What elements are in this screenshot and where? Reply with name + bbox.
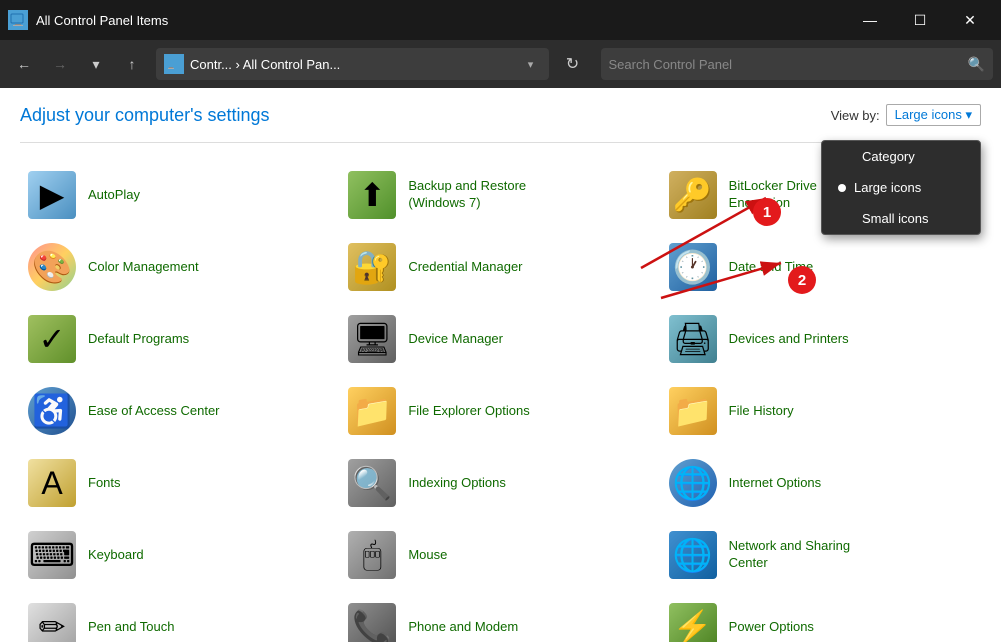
- dropdown-item-label: Category: [862, 149, 915, 164]
- fonts-label: Fonts: [88, 475, 121, 492]
- window-controls: — ☐ ✕: [847, 4, 993, 36]
- refresh-button[interactable]: ↻: [557, 48, 589, 80]
- backup-icon: ⬆: [348, 171, 396, 219]
- internet-label: Internet Options: [729, 475, 822, 492]
- indexing-icon: 🔍: [348, 459, 396, 507]
- address-text: Contr... › All Control Pan...: [190, 57, 517, 72]
- maximize-button[interactable]: ☐: [897, 4, 943, 36]
- mouse-icon: 🖱: [348, 531, 396, 579]
- panel-item-network[interactable]: 🌐 Network and Sharing Center: [661, 519, 981, 591]
- navbar: ← → ▾ ↑ Contr... › All Control Pan... ▾ …: [0, 40, 1001, 88]
- titlebar: All Control Panel Items — ☐ ✕: [0, 0, 1001, 40]
- fileexplorer-label: File Explorer Options: [408, 403, 529, 420]
- defaultprograms-icon: ✓: [28, 315, 76, 363]
- search-bar[interactable]: 🔍: [601, 48, 994, 80]
- backup-label: Backup and Restore (Windows 7): [408, 178, 526, 212]
- pen-icon: ✏: [28, 603, 76, 642]
- annotation-badge-1: 1: [753, 198, 781, 226]
- view-dropdown-menu: Category Large icons Small icons: [821, 140, 981, 235]
- devprinters-label: Devices and Printers: [729, 331, 849, 348]
- up-button[interactable]: ↑: [116, 48, 148, 80]
- dropdown-item-small-icons[interactable]: Small icons: [822, 203, 980, 234]
- power-icon: ⚡: [669, 603, 717, 642]
- devprinters-icon: 🖨: [669, 315, 717, 363]
- defaultprograms-label: Default Programs: [88, 331, 189, 348]
- autoplay-icon: ▶: [28, 171, 76, 219]
- datetime-icon: 🕐: [669, 243, 717, 291]
- filehistory-label: File History: [729, 403, 794, 420]
- content-area: Adjust your computer's settings View by:…: [0, 88, 1001, 642]
- devicemanager-icon: 🖥: [348, 315, 396, 363]
- indexing-label: Indexing Options: [408, 475, 506, 492]
- dropdown-item-large-icons[interactable]: Large icons: [822, 172, 980, 203]
- panel-item-fileexplorer[interactable]: 📁 File Explorer Options: [340, 375, 660, 447]
- fileexplorer-icon: 📁: [348, 387, 396, 435]
- panel-item-filehistory[interactable]: 📁 File History: [661, 375, 981, 447]
- panel-item-devicemanager[interactable]: 🖥 Device Manager: [340, 303, 660, 375]
- keyboard-label: Keyboard: [88, 547, 144, 564]
- dropdown-item-label: Small icons: [862, 211, 928, 226]
- panel-item-internet[interactable]: 🌐 Internet Options: [661, 447, 981, 519]
- mouse-label: Mouse: [408, 547, 447, 564]
- keyboard-icon: ⌨: [28, 531, 76, 579]
- view-by-button[interactable]: Large icons ▾: [886, 104, 981, 126]
- view-by-label: View by:: [831, 108, 880, 123]
- phone-label: Phone and Modem: [408, 619, 518, 636]
- page-title: Adjust your computer's settings: [20, 105, 270, 126]
- dropdown-button[interactable]: ▾: [80, 48, 112, 80]
- forward-button[interactable]: →: [44, 48, 76, 80]
- panel-item-pen[interactable]: ✏ Pen and Touch: [20, 591, 340, 642]
- panel-item-backup[interactable]: ⬆ Backup and Restore (Windows 7): [340, 159, 660, 231]
- panel-item-phone[interactable]: 📞 Phone and Modem: [340, 591, 660, 642]
- annotation-badge-2: 2: [788, 266, 816, 294]
- close-button[interactable]: ✕: [947, 4, 993, 36]
- network-label: Network and Sharing Center: [729, 538, 850, 572]
- autoplay-label: AutoPlay: [88, 187, 140, 204]
- address-chevron-button[interactable]: ▾: [521, 54, 541, 74]
- ease-label: Ease of Access Center: [88, 403, 220, 420]
- panel-item-defaultprograms[interactable]: ✓ Default Programs: [20, 303, 340, 375]
- panel-item-keyboard[interactable]: ⌨ Keyboard: [20, 519, 340, 591]
- panel-item-fonts[interactable]: A Fonts: [20, 447, 340, 519]
- ease-icon: ♿: [28, 387, 76, 435]
- search-input[interactable]: [609, 57, 968, 72]
- panel-item-mouse[interactable]: 🖱 Mouse: [340, 519, 660, 591]
- panel-item-ease[interactable]: ♿ Ease of Access Center: [20, 375, 340, 447]
- search-icon-button[interactable]: 🔍: [968, 56, 985, 73]
- filehistory-icon: 📁: [669, 387, 717, 435]
- internet-icon: 🌐: [669, 459, 717, 507]
- panel-item-autoplay[interactable]: ▶ AutoPlay: [20, 159, 340, 231]
- top-bar: Adjust your computer's settings View by:…: [20, 104, 981, 126]
- devicemanager-label: Device Manager: [408, 331, 503, 348]
- app-icon: [8, 10, 28, 30]
- panel-item-datetime[interactable]: 🕐Date and Time: [661, 231, 981, 303]
- dropdown-item-category[interactable]: Category: [822, 141, 980, 172]
- panel-item-power[interactable]: ⚡ Power Options: [661, 591, 981, 642]
- colormanagement-label: Color Management: [88, 259, 199, 276]
- credential-label: Credential Manager: [408, 259, 522, 276]
- minimize-button[interactable]: —: [847, 4, 893, 36]
- dropdown-item-label: Large icons: [854, 180, 921, 195]
- panel-item-indexing[interactable]: 🔍 Indexing Options: [340, 447, 660, 519]
- address-icon: [164, 54, 184, 74]
- power-label: Power Options: [729, 619, 814, 636]
- window-title: All Control Panel Items: [36, 13, 847, 28]
- credential-icon: 🔐: [348, 243, 396, 291]
- bitlocker-icon: 🔑: [669, 171, 717, 219]
- fonts-icon: A: [28, 459, 76, 507]
- panel-item-credential[interactable]: 🔐 Credential Manager: [340, 231, 660, 303]
- view-by-container: View by: Large icons ▾: [831, 104, 981, 126]
- address-bar[interactable]: Contr... › All Control Pan... ▾: [156, 48, 549, 80]
- panel-item-devprinters[interactable]: 🖨 Devices and Printers: [661, 303, 981, 375]
- network-icon: 🌐: [669, 531, 717, 579]
- panel-item-colormanagement[interactable]: 🎨 Color Management: [20, 231, 340, 303]
- colormanagement-icon: 🎨: [28, 243, 76, 291]
- phone-icon: 📞: [348, 603, 396, 642]
- pen-label: Pen and Touch: [88, 619, 175, 636]
- back-button[interactable]: ←: [8, 48, 40, 80]
